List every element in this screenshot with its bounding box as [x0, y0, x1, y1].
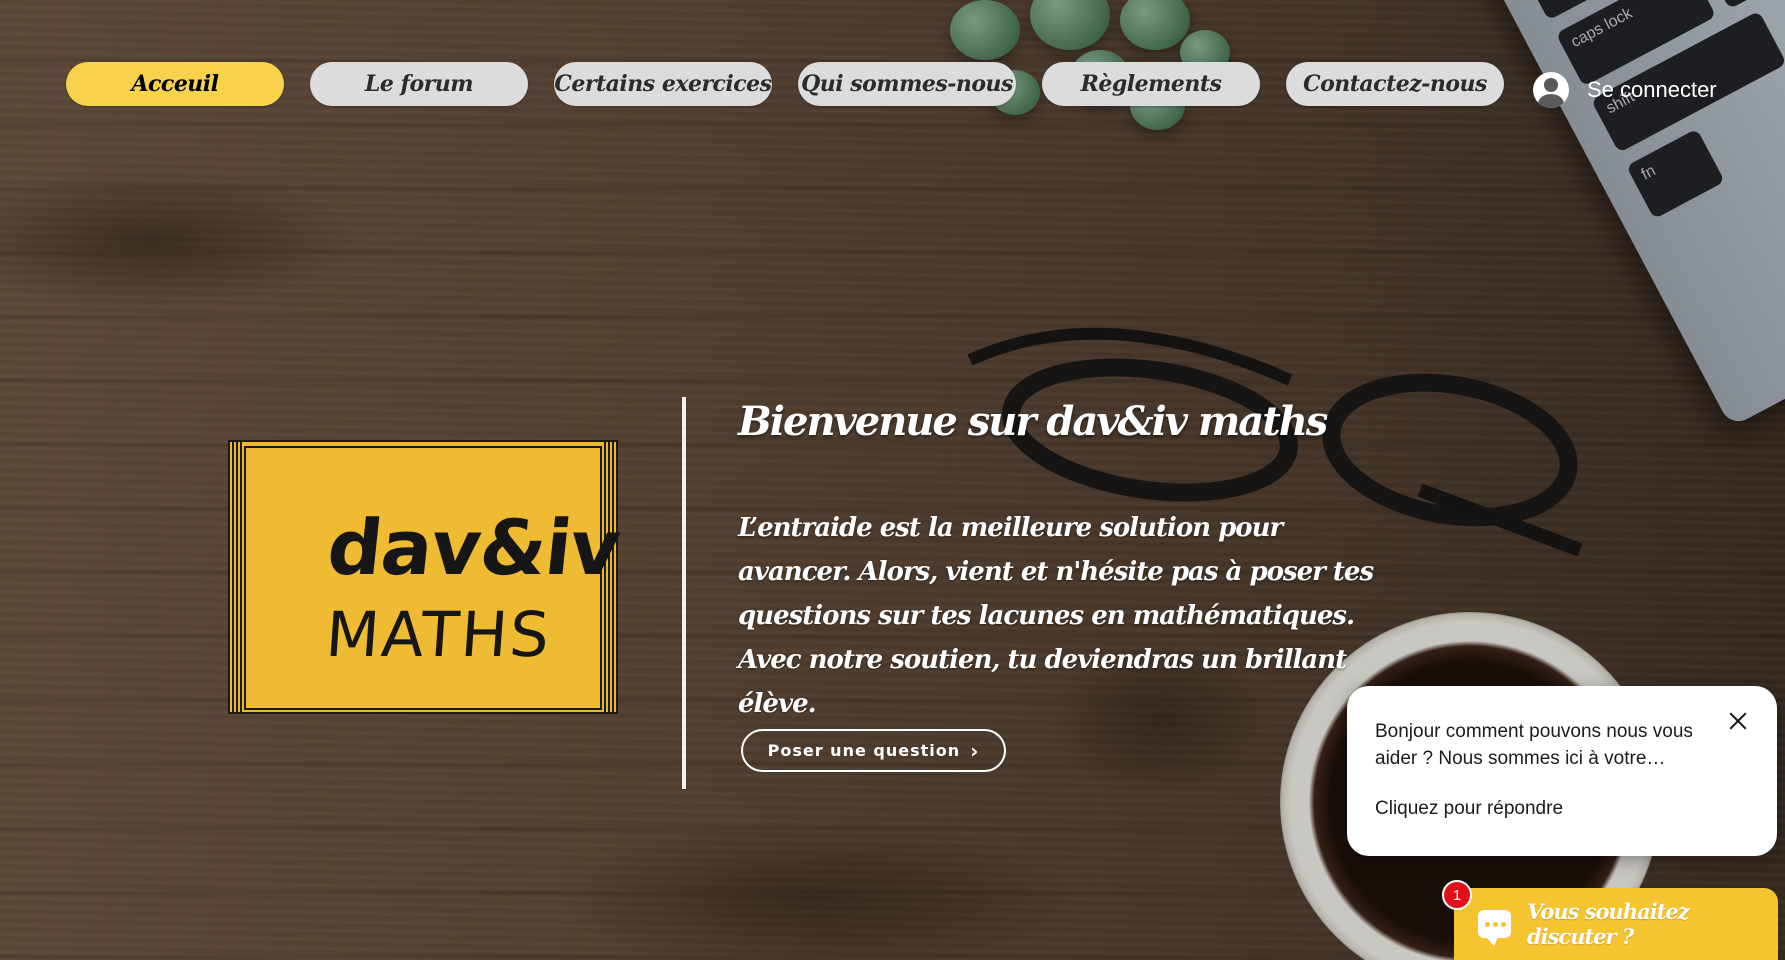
logo-text-secondary: MATHS — [323, 598, 554, 671]
ask-question-label: Poser une question — [767, 741, 961, 760]
nav-item-le-forum[interactable]: Le forum — [310, 62, 528, 106]
close-icon[interactable] — [1721, 704, 1755, 738]
login-label: Se connecter — [1587, 77, 1717, 102]
chat-launcher-button[interactable]: Vous souhaitez discuter ? — [1454, 888, 1778, 960]
nav-item-contactez-nous[interactable]: Contactez-nous — [1286, 62, 1504, 106]
chat-popup[interactable]: Bonjour comment pouvons nous vous aider … — [1347, 686, 1777, 856]
nav-item-reglements[interactable]: Règlements — [1042, 62, 1260, 106]
vertical-divider — [682, 397, 686, 789]
nav-item-acceuil[interactable]: Acceuil — [66, 62, 284, 106]
chat-bubble-icon — [1478, 910, 1511, 946]
hero-description: L’entraide est la meilleure solution pou… — [738, 513, 1374, 719]
ask-question-button[interactable]: Poser une question › — [741, 729, 1006, 772]
nav-item-qui-sommes-nous[interactable]: Qui sommes-nous — [798, 62, 1016, 106]
hero-title: Bienvenue sur dav&iv maths — [738, 398, 1328, 445]
chat-launcher-label: Vous souhaitez discuter ? — [1526, 899, 1690, 949]
chevron-right-icon: › — [970, 738, 980, 763]
main-navigation: Acceuil Le forum Certains exercices Qui … — [66, 62, 1504, 108]
login-button[interactable]: Se connecter — [1533, 72, 1717, 108]
nav-item-certains-exercices[interactable]: Certains exercices — [554, 62, 772, 106]
user-avatar-icon — [1533, 72, 1569, 108]
notification-badge: 1 — [1442, 880, 1472, 910]
chat-reply-link[interactable]: Cliquez pour répondre — [1375, 798, 1563, 820]
logo-text-primary: dav&iv — [323, 503, 624, 592]
chat-message: Bonjour comment pouvons nous vous aider … — [1375, 721, 1693, 769]
site-logo: dav&iv MATHS — [228, 440, 624, 714]
